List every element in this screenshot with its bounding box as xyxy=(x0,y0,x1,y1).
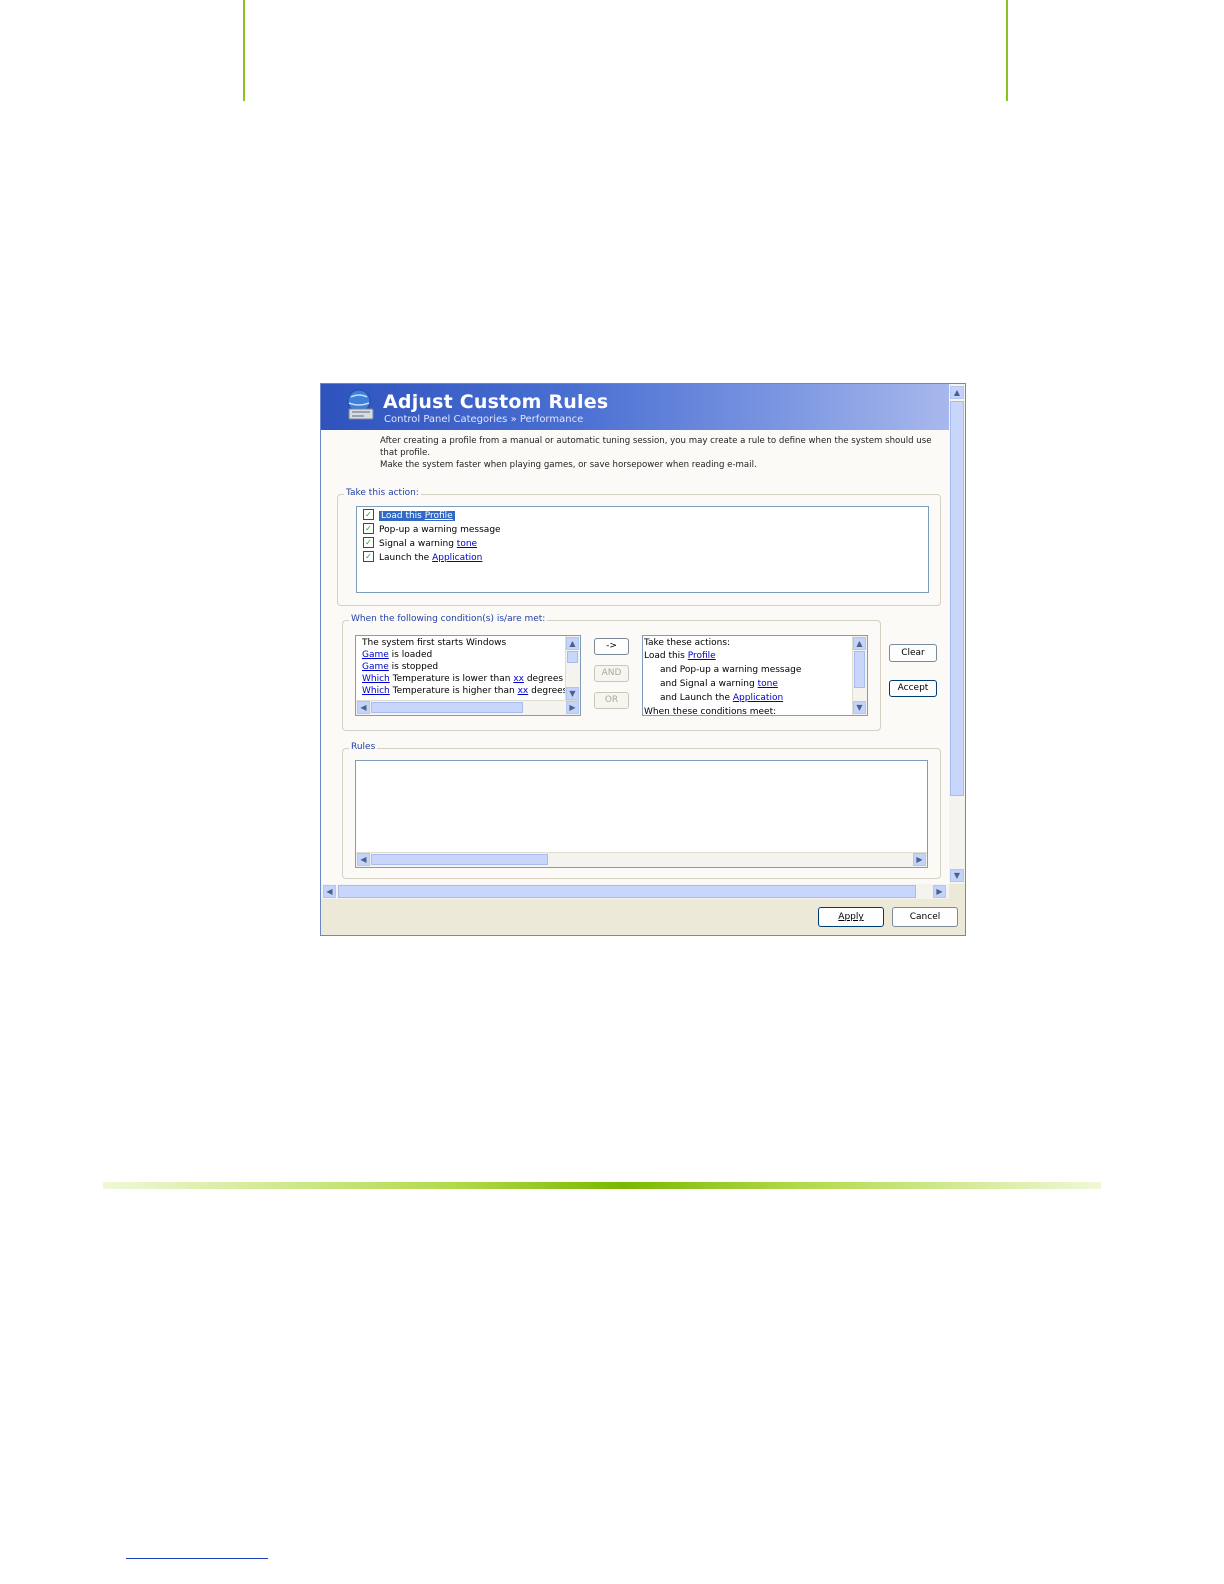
tone-link[interactable]: tone xyxy=(457,539,477,549)
take-action-legend: Take this action: xyxy=(344,488,421,498)
action-item-popup[interactable]: ✓ Pop-up a warning message xyxy=(363,523,501,537)
checkbox-icon[interactable]: ✓ xyxy=(363,523,374,534)
scroll-up-icon[interactable]: ▲ xyxy=(566,637,579,650)
conditions-horizontal-scrollbar[interactable]: ◀ ▶ xyxy=(356,700,580,715)
or-button[interactable]: OR xyxy=(594,692,629,709)
condition-item[interactable]: Which Temperature is lower than xx degre… xyxy=(362,673,580,685)
and-button[interactable]: AND xyxy=(594,665,629,682)
result-line: and Pop-up a warning message xyxy=(660,665,802,675)
rules-list[interactable]: ◀ ▶ xyxy=(355,760,928,868)
application-link[interactable]: Application xyxy=(432,553,482,563)
action-item-load-profile[interactable]: ✓ Load this Profile xyxy=(363,509,455,523)
window-horizontal-scrollbar[interactable]: ◀ ▶ xyxy=(321,884,949,899)
scroll-up-icon[interactable]: ▲ xyxy=(950,386,964,399)
scroll-left-icon[interactable]: ◀ xyxy=(323,885,336,898)
checkbox-icon[interactable]: ✓ xyxy=(363,551,374,562)
game-link[interactable]: Game xyxy=(362,662,389,672)
scroll-right-icon[interactable]: ▶ xyxy=(933,885,946,898)
tone-link[interactable]: tone xyxy=(758,679,778,689)
rules-legend: Rules xyxy=(349,742,378,752)
checkbox-icon[interactable]: ✓ xyxy=(363,537,374,548)
action-item-tone[interactable]: ✓ Signal a warning tone xyxy=(363,537,477,551)
result-line: and Signal a warning tone xyxy=(660,679,778,689)
scroll-thumb[interactable] xyxy=(567,651,578,663)
clear-button[interactable]: Clear xyxy=(889,644,937,662)
page-divider xyxy=(103,1182,1101,1189)
action-list[interactable]: ✓ Load this Profile ✓ Pop-up a warning mes… xyxy=(356,506,929,593)
scroll-thumb[interactable] xyxy=(371,854,548,865)
scroll-down-icon[interactable]: ▼ xyxy=(566,687,579,700)
conditions-vertical-scrollbar[interactable]: ▲ ▼ xyxy=(565,636,580,701)
dialog-title: Adjust Custom Rules xyxy=(383,391,609,413)
result-vertical-scrollbar[interactable]: ▲ ▼ xyxy=(852,636,867,715)
dialog-content: Adjust Custom Rules Control Panel Catego… xyxy=(321,384,949,884)
which-link[interactable]: Which xyxy=(362,686,390,696)
dialog-description: After creating a profile from a manual o… xyxy=(380,435,940,471)
xx-link[interactable]: xx xyxy=(513,674,524,684)
scroll-thumb[interactable] xyxy=(854,651,865,688)
condition-item[interactable]: The system first starts Windows xyxy=(362,637,506,649)
scroll-thumb[interactable] xyxy=(371,702,523,713)
scroll-thumb[interactable] xyxy=(338,885,916,898)
condition-item[interactable]: Which Temperature is higher than xx degr… xyxy=(362,685,580,697)
checkbox-icon[interactable]: ✓ xyxy=(363,509,374,520)
profile-link[interactable]: Profile xyxy=(688,651,716,661)
adjust-custom-rules-window: Adjust Custom Rules Control Panel Catego… xyxy=(320,383,966,936)
conditions-list[interactable]: The system first starts Windows Game is … xyxy=(355,635,581,716)
scroll-down-icon[interactable]: ▼ xyxy=(950,869,964,882)
scroll-left-icon[interactable]: ◀ xyxy=(357,853,370,866)
scroll-right-icon[interactable]: ▶ xyxy=(566,701,579,714)
result-line: Take these actions: xyxy=(644,638,731,648)
condition-item[interactable]: Game is stopped xyxy=(362,661,438,673)
result-line: and Launch the Application xyxy=(660,693,784,703)
application-link[interactable]: Application xyxy=(733,693,783,703)
xx-link[interactable]: xx xyxy=(518,686,529,696)
description-line-2: Make the system faster when playing game… xyxy=(380,460,757,470)
result-list[interactable]: Take these actions: Load this Profile an… xyxy=(642,635,868,716)
conditions-group: When the following condition(s) is/are m… xyxy=(342,614,881,731)
rules-horizontal-scrollbar[interactable]: ◀ ▶ xyxy=(356,852,927,867)
scroll-up-icon[interactable]: ▲ xyxy=(853,637,866,650)
footnote-rule xyxy=(126,1558,268,1559)
accept-button[interactable]: Accept xyxy=(889,680,937,697)
rules-group: Rules ◀ ▶ xyxy=(342,742,941,879)
add-arrow-button[interactable]: -> xyxy=(594,638,629,655)
description-line-1: After creating a profile from a manual o… xyxy=(380,436,932,458)
result-line: When these conditions meet: xyxy=(644,707,777,716)
scroll-left-icon[interactable]: ◀ xyxy=(357,701,370,714)
page-left-rule xyxy=(243,0,245,101)
profile-link[interactable]: Profile xyxy=(425,511,453,521)
condition-item[interactable]: Game is loaded xyxy=(362,649,432,661)
result-line: Load this Profile xyxy=(644,651,716,661)
apply-button[interactable]: Apply xyxy=(818,907,884,927)
which-link[interactable]: Which xyxy=(362,674,390,684)
action-item-application[interactable]: ✓ Launch the Application xyxy=(363,551,482,565)
scroll-thumb[interactable] xyxy=(950,401,964,796)
game-link[interactable]: Game xyxy=(362,650,389,660)
scroll-right-icon[interactable]: ▶ xyxy=(913,853,926,866)
page-right-rule xyxy=(1006,0,1008,101)
scroll-down-icon[interactable]: ▼ xyxy=(853,701,866,714)
header-banner: Adjust Custom Rules Control Panel Catego… xyxy=(321,384,949,430)
take-action-group: Take this action: ✓ Load this Profile ✓ Po… xyxy=(337,488,941,606)
breadcrumb: Control Panel Categories » Performance xyxy=(384,414,584,425)
conditions-legend: When the following condition(s) is/are m… xyxy=(349,614,548,624)
performance-logo-icon xyxy=(347,389,374,420)
cancel-button[interactable]: Cancel xyxy=(892,907,958,927)
window-vertical-scrollbar[interactable]: ▲ ▼ xyxy=(949,384,965,884)
